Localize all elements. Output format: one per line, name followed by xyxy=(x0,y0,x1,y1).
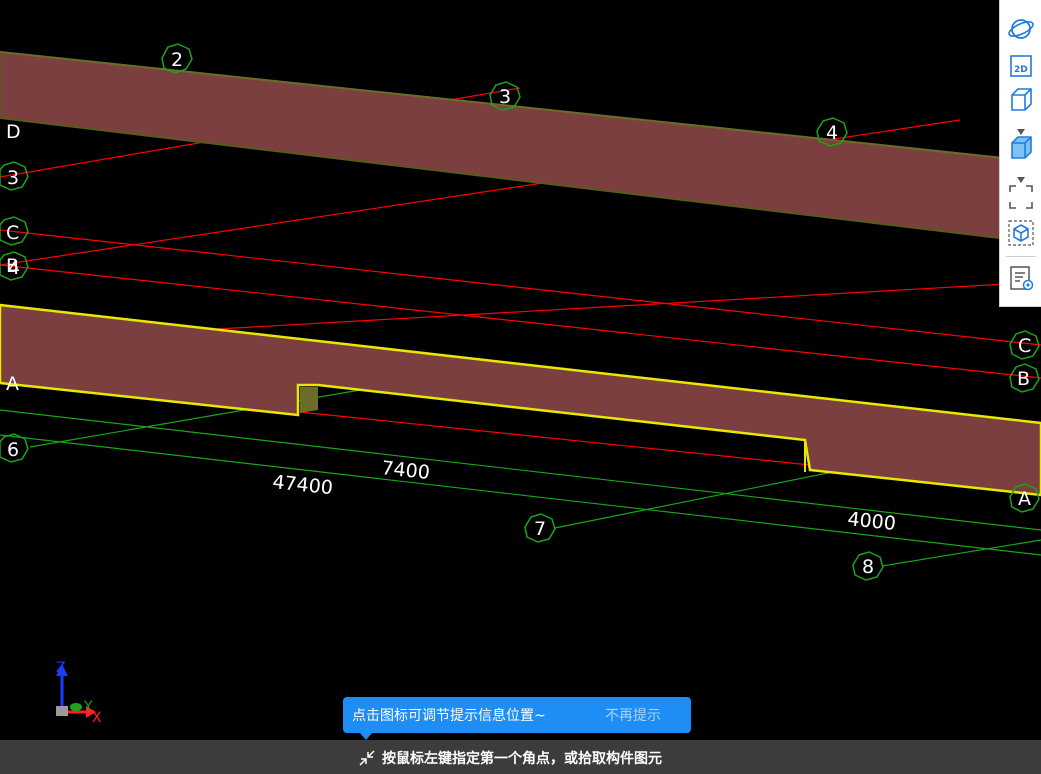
shaded-cube-icon xyxy=(1011,136,1032,159)
grid-label-C-right: C xyxy=(1018,335,1031,357)
grid-label-A-right: A xyxy=(1018,488,1031,510)
grid-label-2: 2 xyxy=(171,49,183,71)
shaded-view-button[interactable] xyxy=(1003,133,1039,163)
view-2d-button[interactable]: 2D xyxy=(1003,51,1039,81)
lower-beam[interactable] xyxy=(0,303,1041,497)
fit-window-button[interactable] xyxy=(1003,182,1039,212)
collapse-arrows-icon xyxy=(359,750,375,766)
red-axis-line xyxy=(199,281,1041,331)
y-axis-arrow xyxy=(70,703,82,711)
fit-window-icon xyxy=(1009,185,1033,209)
upper-beam[interactable] xyxy=(0,50,1041,245)
hint-pointer xyxy=(360,733,372,740)
hint-message: 点击图标可调节提示信息位置~ xyxy=(352,708,546,724)
view-toolbar: 2D xyxy=(999,0,1041,307)
status-bar: 按鼠标左键指定第一个角点，或拾取构件图元 xyxy=(0,740,1041,774)
grid-label-D: D xyxy=(6,121,21,143)
green-axis-line xyxy=(881,539,1041,567)
properties-display-icon xyxy=(1010,266,1034,291)
grid-label-3-left: 3 xyxy=(7,167,19,189)
x-label: X xyxy=(92,710,102,726)
dont-show-again-link[interactable]: 不再提示 xyxy=(605,705,661,725)
properties-display-button[interactable] xyxy=(1003,263,1039,293)
view-3d-cube-icon xyxy=(1011,88,1032,111)
grid-label-4-top: 4 xyxy=(826,122,838,144)
model-canvas[interactable]: 2 3 4 D 3 C B 4 A 6 C B A 7 8 7400 47400… xyxy=(0,0,1041,740)
view-2d-icon: 2D xyxy=(1010,55,1032,77)
view-3d-dropdown[interactable] xyxy=(1016,121,1026,135)
dimension-47400: 47400 xyxy=(271,471,333,499)
z-label: Z xyxy=(56,660,66,676)
hint-position-button[interactable] xyxy=(357,748,377,768)
shaded-view-dropdown[interactable] xyxy=(1016,169,1026,183)
beam-notch-face xyxy=(300,387,318,413)
grid-label-8: 8 xyxy=(862,556,874,578)
orbit-icon xyxy=(1008,19,1034,39)
orbit-button[interactable] xyxy=(1003,14,1039,44)
view-cube-icon xyxy=(1008,220,1034,246)
view-3d-button[interactable] xyxy=(1003,85,1039,115)
grid-label-C-left: C xyxy=(6,222,19,244)
grid-label-7: 7 xyxy=(534,518,546,540)
command-prompt-text: 按鼠标左键指定第一个角点，或拾取构件图元 xyxy=(382,751,662,767)
dimension-4000: 4000 xyxy=(846,508,896,535)
3d-viewport[interactable]: 2 3 4 D 3 C B 4 A 6 C B A 7 8 7400 47400… xyxy=(0,0,1041,740)
grid-label-B-right: B xyxy=(1017,368,1030,390)
gizmo-origin xyxy=(56,706,68,716)
grid-label-4-left: 4 xyxy=(8,257,20,279)
grid-label-3-top: 3 xyxy=(499,86,511,108)
grid-label-A-left: A xyxy=(6,373,19,395)
view-cube-button[interactable] xyxy=(1003,218,1039,248)
svg-text:2D: 2D xyxy=(1014,65,1028,75)
toolbar-divider xyxy=(1006,256,1036,257)
grid-label-6: 6 xyxy=(7,439,19,461)
axes-gizmo: Z Y X xyxy=(56,660,102,726)
hint-tooltip[interactable]: 点击图标可调节提示信息位置~ 不再提示 xyxy=(343,697,691,740)
